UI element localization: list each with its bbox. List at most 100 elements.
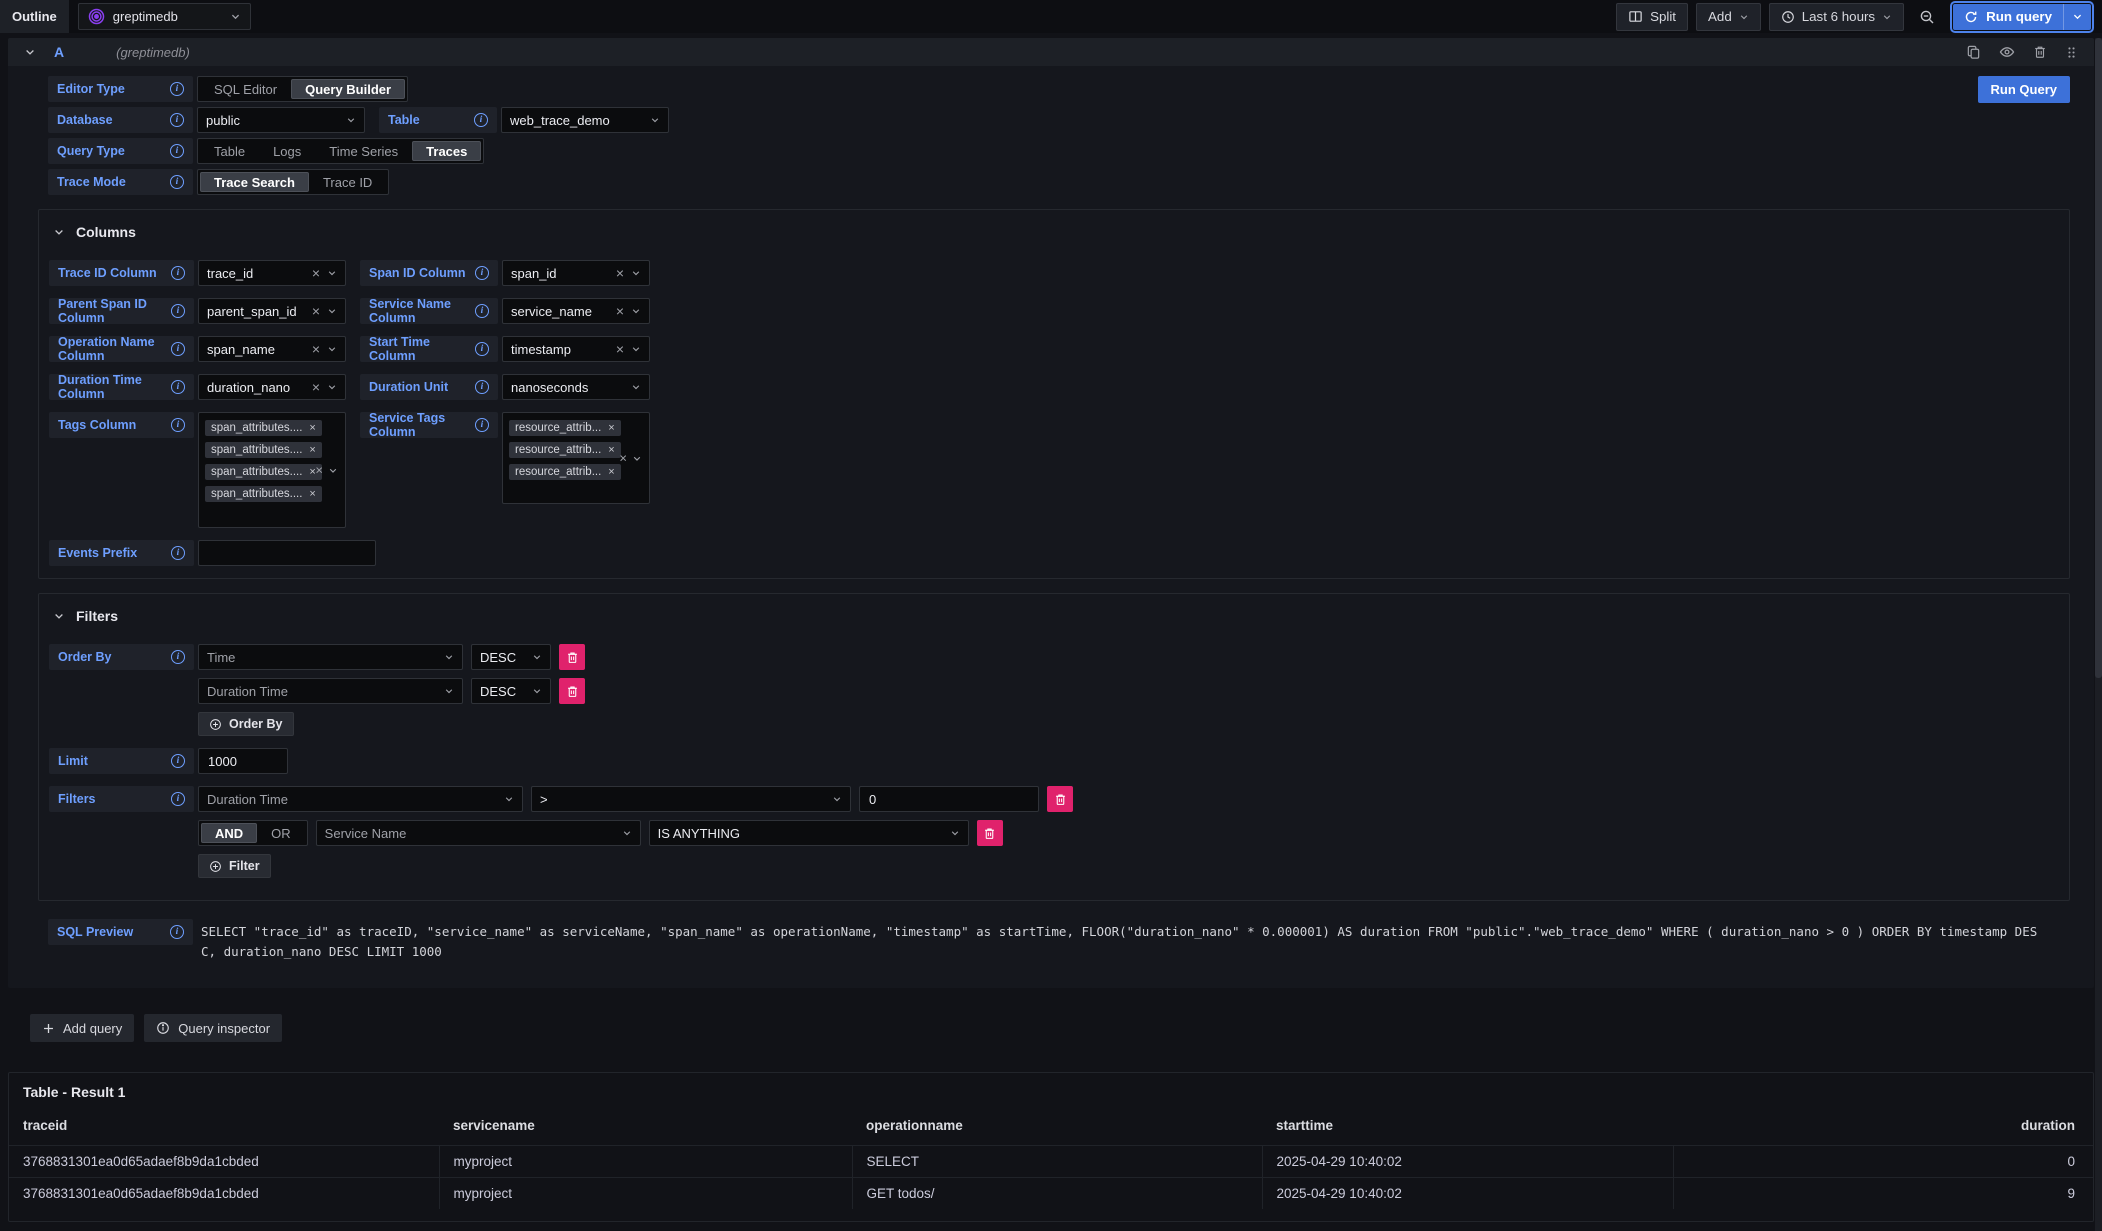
eye-icon[interactable] — [1999, 44, 2015, 60]
option-logs[interactable]: Logs — [259, 141, 315, 161]
info-icon[interactable]: i — [170, 144, 184, 158]
info-icon[interactable]: i — [170, 113, 184, 127]
clear-icon[interactable]: × — [616, 266, 624, 280]
chip-remove-icon[interactable]: × — [309, 445, 315, 456]
service-name-column-select[interactable]: service_name × — [502, 298, 650, 324]
order-by-field-select[interactable]: Time — [198, 644, 463, 670]
info-icon[interactable]: i — [170, 175, 184, 189]
trash-icon[interactable] — [2033, 45, 2047, 59]
info-icon[interactable]: i — [171, 792, 185, 806]
table-select[interactable]: web_trace_demo — [501, 107, 669, 133]
trace-id-link[interactable]: 3768831301ea0d65adaef8b9da1cbded — [9, 1146, 439, 1178]
order-by-direction-select[interactable]: DESC — [471, 678, 551, 704]
add-dropdown-button[interactable]: Add — [1696, 3, 1761, 31]
delete-filter-button[interactable] — [977, 820, 1003, 846]
clear-all-icon[interactable]: × — [619, 451, 627, 466]
filter-operator-select[interactable]: > — [531, 786, 851, 812]
scrollbar-thumb[interactable] — [2095, 38, 2102, 678]
zoom-out-button[interactable] — [1912, 3, 1942, 31]
info-icon[interactable]: i — [170, 82, 184, 96]
split-button[interactable]: Split — [1616, 3, 1688, 31]
column-header-duration[interactable]: duration — [1673, 1114, 2093, 1146]
info-icon[interactable]: i — [475, 380, 489, 394]
column-header-traceid[interactable]: traceid — [9, 1114, 439, 1146]
duration-unit-select[interactable]: nanoseconds — [502, 374, 650, 400]
column-header-operationname[interactable]: operationname — [852, 1114, 1262, 1146]
option-trace-id[interactable]: Trace ID — [309, 172, 386, 192]
option-sql-editor[interactable]: SQL Editor — [200, 79, 291, 99]
option-and[interactable]: AND — [201, 823, 257, 843]
duration-time-column-select[interactable]: duration_nano × — [198, 374, 346, 400]
column-header-servicename[interactable]: servicename — [439, 1114, 852, 1146]
info-icon[interactable]: i — [475, 418, 489, 432]
option-or[interactable]: OR — [257, 823, 305, 843]
tags-column-multiselect[interactable]: span_attributes....× span_attributes....… — [198, 412, 346, 528]
editor-run-query-button[interactable]: Run Query — [1978, 76, 2070, 103]
parent-span-id-column-select[interactable]: parent_span_id × — [198, 298, 346, 324]
add-query-button[interactable]: Add query — [30, 1014, 134, 1042]
limit-input[interactable]: 1000 — [198, 748, 288, 774]
page-scrollbar[interactable] — [2095, 38, 2102, 1231]
filters-section-header[interactable]: Filters — [53, 608, 2059, 624]
order-by-direction-select[interactable]: DESC — [471, 644, 551, 670]
clear-icon[interactable]: × — [312, 380, 320, 394]
info-icon[interactable]: i — [171, 754, 185, 768]
add-filter-button[interactable]: Filter — [198, 854, 271, 878]
add-order-by-button[interactable]: Order By — [198, 712, 294, 736]
option-time-series[interactable]: Time Series — [315, 141, 412, 161]
datasource-picker[interactable]: greptimedb — [78, 3, 251, 30]
time-range-picker[interactable]: Last 6 hours — [1769, 3, 1904, 31]
info-icon[interactable]: i — [170, 925, 184, 939]
option-query-builder[interactable]: Query Builder — [291, 79, 405, 99]
database-select[interactable]: public — [197, 107, 365, 133]
outline-button[interactable]: Outline — [0, 0, 69, 33]
delete-order-by-button[interactable] — [559, 678, 585, 704]
filter-field-select[interactable]: Duration Time — [198, 786, 523, 812]
info-icon[interactable]: i — [171, 304, 185, 318]
info-icon[interactable]: i — [171, 650, 185, 664]
start-time-column-select[interactable]: timestamp × — [502, 336, 650, 362]
info-icon[interactable]: i — [475, 266, 489, 280]
span-id-column-select[interactable]: span_id × — [502, 260, 650, 286]
filter-field-select[interactable]: Service Name — [316, 820, 641, 846]
delete-filter-button[interactable] — [1047, 786, 1073, 812]
info-icon[interactable]: i — [474, 113, 488, 127]
query-row-header[interactable]: A (greptimedb) — [8, 38, 2094, 66]
filter-operator-select[interactable]: IS ANYTHING — [649, 820, 969, 846]
collapse-chevron-icon[interactable] — [24, 46, 36, 58]
clear-icon[interactable]: × — [616, 304, 624, 318]
chip-remove-icon[interactable]: × — [309, 489, 315, 500]
order-by-field-select[interactable]: Duration Time — [198, 678, 463, 704]
info-icon[interactable]: i — [171, 546, 185, 560]
chip-remove-icon[interactable]: × — [608, 467, 614, 478]
columns-section-header[interactable]: Columns — [53, 224, 2059, 240]
filter-value-input[interactable]: 0 — [859, 786, 1039, 812]
run-query-button[interactable]: Run query — [1953, 4, 2063, 30]
drag-handle-icon[interactable] — [2065, 45, 2078, 60]
service-tags-column-multiselect[interactable]: resource_attrib...× resource_attrib...× … — [502, 412, 650, 504]
info-icon[interactable]: i — [171, 342, 185, 356]
info-icon[interactable]: i — [475, 342, 489, 356]
operation-name-column-select[interactable]: span_name × — [198, 336, 346, 362]
option-trace-search[interactable]: Trace Search — [200, 172, 309, 192]
clear-icon[interactable]: × — [616, 342, 624, 356]
info-icon[interactable]: i — [171, 380, 185, 394]
column-header-starttime[interactable]: starttime — [1262, 1114, 1673, 1146]
chip-remove-icon[interactable]: × — [608, 423, 614, 434]
delete-order-by-button[interactable] — [559, 644, 585, 670]
clear-all-icon[interactable]: × — [315, 463, 323, 478]
option-table[interactable]: Table — [200, 141, 259, 161]
trace-id-column-select[interactable]: trace_id × — [198, 260, 346, 286]
chip-remove-icon[interactable]: × — [309, 423, 315, 434]
info-icon[interactable]: i — [171, 418, 185, 432]
trace-id-link[interactable]: 3768831301ea0d65adaef8b9da1cbded — [9, 1178, 439, 1210]
events-prefix-input[interactable] — [198, 540, 376, 566]
duplicate-query-icon[interactable] — [1966, 45, 1981, 60]
clear-icon[interactable]: × — [312, 342, 320, 356]
query-inspector-button[interactable]: Query inspector — [144, 1014, 282, 1042]
run-query-caret-button[interactable] — [2064, 4, 2091, 30]
chip-remove-icon[interactable]: × — [608, 445, 614, 456]
info-icon[interactable]: i — [475, 304, 489, 318]
clear-icon[interactable]: × — [312, 266, 320, 280]
info-icon[interactable]: i — [171, 266, 185, 280]
